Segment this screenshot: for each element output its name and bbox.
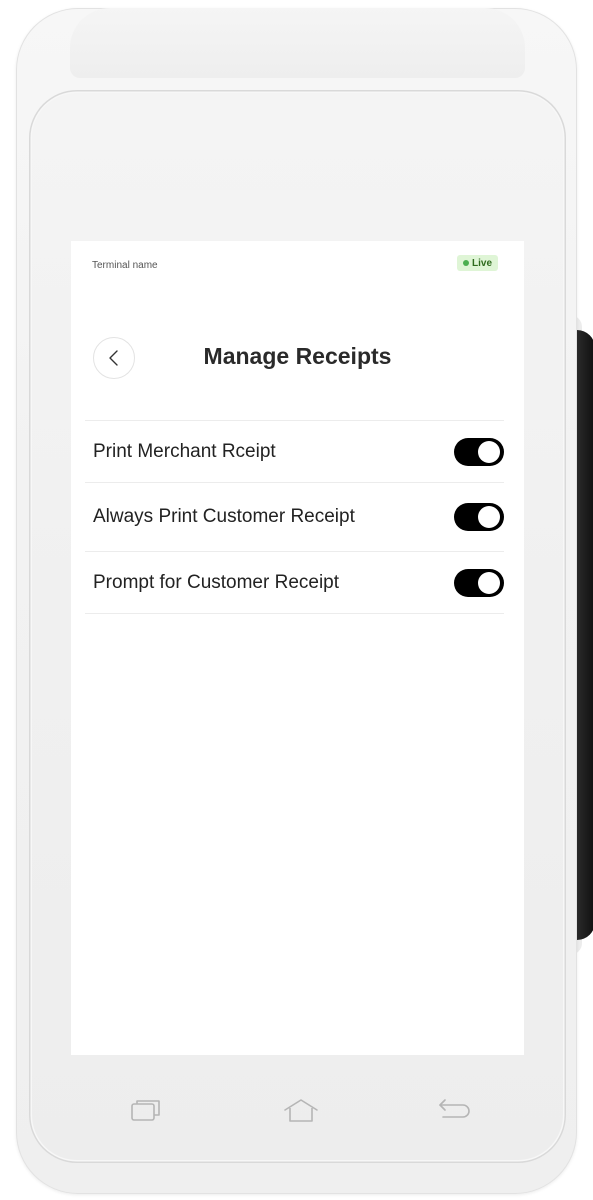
status-badge: Live <box>457 255 499 271</box>
device-side-grip <box>577 330 593 940</box>
toggle-knob <box>478 440 500 463</box>
setting-label: Prompt for Customer Receipt <box>93 571 340 593</box>
setting-row-always-print-customer-receipt: Always Print Customer Receipt <box>85 483 504 552</box>
recent-apps-icon[interactable] <box>128 1096 164 1126</box>
setting-label: Always Print Customer Receipt <box>93 506 355 527</box>
device-printer-cap <box>70 8 525 78</box>
screen: Terminal name Live Manage Receipts Print… <box>71 241 524 1055</box>
back-icon[interactable] <box>437 1096 473 1126</box>
status-badge-label: Live <box>472 257 493 269</box>
setting-row-print-merchant-receipt: Print Merchant Rceipt <box>85 421 504 483</box>
toggle-knob <box>478 506 500 528</box>
page-title: Manage Receipts <box>203 343 392 369</box>
home-icon[interactable] <box>283 1096 319 1126</box>
setting-row-prompt-for-customer-receipt: Prompt for Customer Receipt <box>85 552 504 614</box>
always-print-customer-receipt-toggle[interactable] <box>454 503 504 531</box>
live-dot-icon <box>463 260 469 266</box>
prompt-for-customer-receipt-toggle[interactable] <box>454 568 504 597</box>
setting-label: Print Merchant Rceipt <box>93 440 276 462</box>
receipt-settings-list: Print Merchant Rceipt Always Print Custo… <box>85 420 504 614</box>
print-merchant-receipt-toggle[interactable] <box>454 437 504 466</box>
device-stage: Terminal name Live Manage Receipts Print… <box>0 0 593 1200</box>
terminal-name: Terminal name <box>92 260 158 271</box>
toggle-knob <box>478 571 500 594</box>
